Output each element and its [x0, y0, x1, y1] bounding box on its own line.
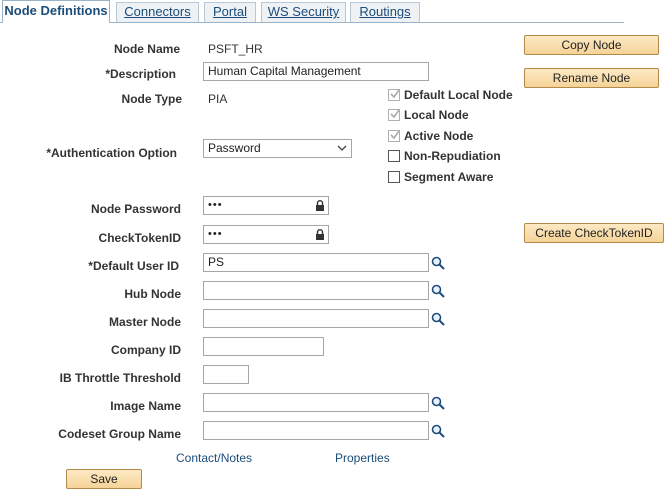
ib-throttle-threshold-label: IB Throttle Threshold: [59, 371, 181, 385]
description-label: *Description: [105, 67, 176, 81]
codeset-group-name-label: Codeset Group Name: [58, 427, 181, 441]
node-password-value: •••: [208, 199, 223, 211]
contact-notes-link[interactable]: Contact/Notes: [176, 451, 252, 465]
checkmark-icon: [390, 109, 400, 119]
checkmark-icon: [390, 89, 400, 99]
node-type-value: PIA: [208, 92, 228, 106]
lock-icon: [316, 200, 324, 211]
active-node-label: Active Node: [404, 129, 474, 143]
node-type-label: Node Type: [121, 92, 182, 106]
default-local-node-checkbox[interactable]: [388, 89, 400, 101]
local-node-checkbox[interactable]: [388, 109, 400, 121]
properties-link[interactable]: Properties: [335, 451, 390, 465]
image-name-label: Image Name: [110, 399, 181, 413]
description-field[interactable]: Human Capital Management: [203, 62, 429, 81]
save-button[interactable]: Save: [66, 469, 142, 489]
default-user-id-field[interactable]: PS: [203, 253, 429, 272]
authentication-option-select[interactable]: Password: [203, 139, 352, 158]
master-node-field[interactable]: [203, 309, 429, 328]
create-checktokenid-button[interactable]: Create CheckTokenID: [524, 223, 664, 243]
non-repudiation-label: Non-Repudiation: [404, 149, 501, 163]
node-password-label: Node Password: [90, 202, 181, 216]
master-node-label: Master Node: [108, 315, 181, 329]
magnifier-icon[interactable]: [431, 396, 445, 410]
tab-node-definitions[interactable]: Node Definitions: [2, 0, 110, 23]
checktokenid-value: •••: [208, 228, 223, 240]
checktokenid-field[interactable]: •••: [203, 225, 329, 244]
segment-aware-checkbox[interactable]: [388, 171, 400, 183]
checkmark-icon: [390, 130, 400, 140]
image-name-field[interactable]: [203, 393, 429, 412]
hub-node-label: Hub Node: [124, 287, 181, 301]
tab-portal[interactable]: Portal: [204, 2, 256, 22]
tab-ws-security[interactable]: WS Security: [261, 2, 346, 22]
default-local-node-label: Default Local Node: [404, 88, 513, 102]
lock-icon: [316, 229, 324, 240]
segment-aware-label: Segment Aware: [404, 170, 494, 184]
rename-node-button[interactable]: Rename Node: [524, 68, 659, 88]
magnifier-icon[interactable]: [431, 424, 445, 438]
magnifier-icon[interactable]: [431, 312, 445, 326]
authentication-option-label: *Authentication Option: [46, 146, 177, 160]
node-password-field[interactable]: •••: [203, 196, 329, 215]
local-node-label: Local Node: [404, 108, 469, 122]
node-name-value: PSFT_HR: [208, 42, 263, 56]
magnifier-icon[interactable]: [431, 284, 445, 298]
tab-connectors[interactable]: Connectors: [116, 2, 199, 22]
hub-node-field[interactable]: [203, 281, 429, 300]
active-node-checkbox[interactable]: [388, 130, 400, 142]
company-id-label: Company ID: [110, 343, 181, 357]
non-repudiation-checkbox[interactable]: [388, 150, 400, 162]
chevron-down-icon: [337, 145, 347, 151]
default-user-id-label: *Default User ID: [88, 259, 179, 273]
magnifier-icon[interactable]: [431, 256, 445, 270]
ib-throttle-threshold-field[interactable]: [203, 365, 249, 384]
node-name-label: Node Name: [113, 42, 180, 56]
authentication-option-value: Password: [208, 141, 261, 155]
copy-node-button[interactable]: Copy Node: [524, 35, 659, 55]
company-id-field[interactable]: [203, 337, 324, 356]
checktokenid-label: CheckTokenID: [98, 231, 181, 245]
tab-routings[interactable]: Routings: [350, 2, 420, 22]
codeset-group-name-field[interactable]: [203, 421, 429, 440]
